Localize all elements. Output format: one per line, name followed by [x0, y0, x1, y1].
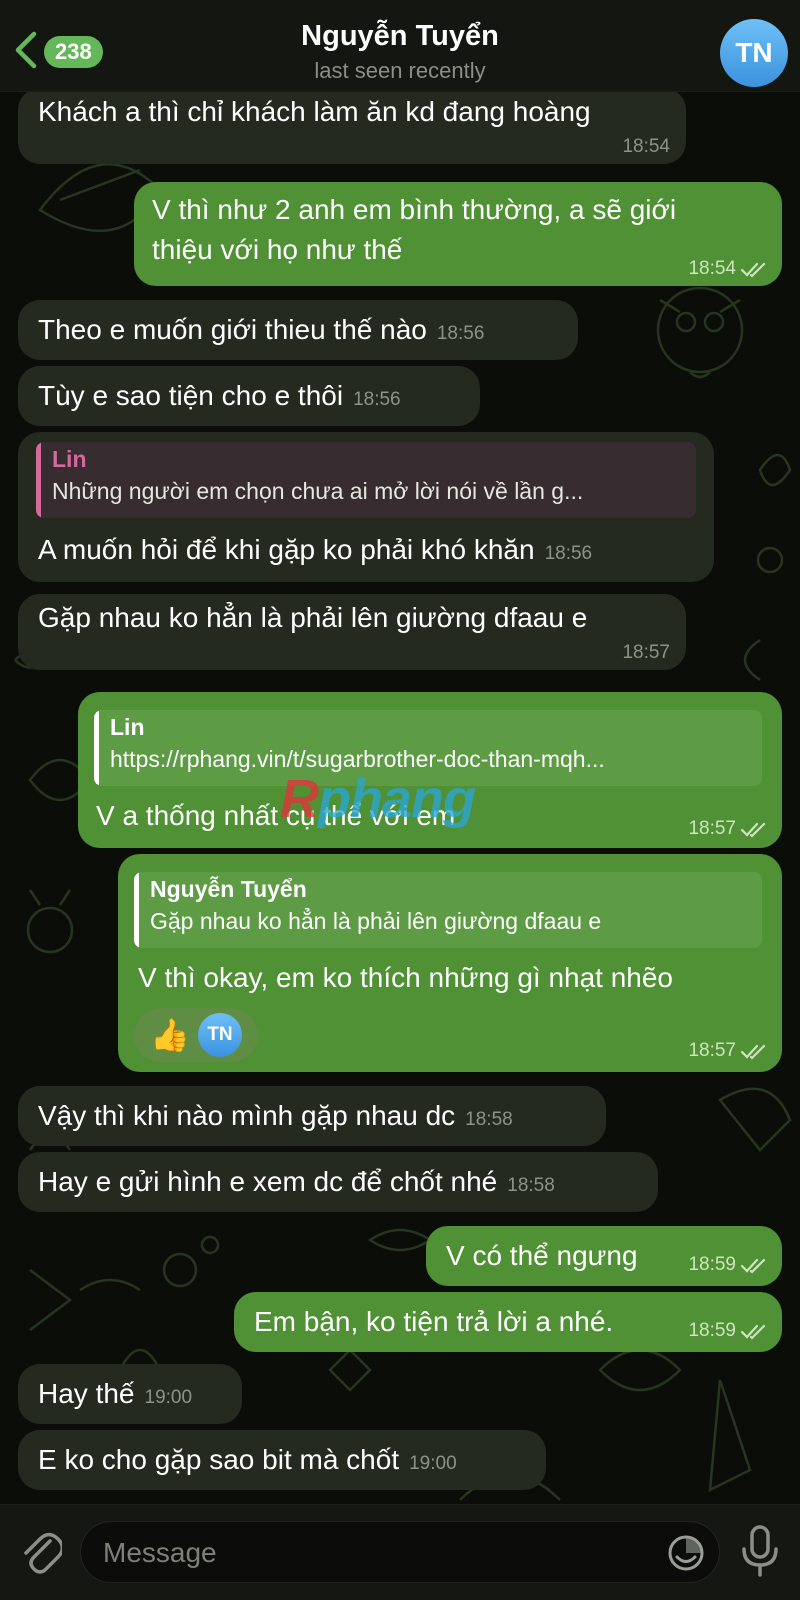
message-text: Gặp nhau ko hẳn là phải lên giường dfaau… — [38, 602, 588, 633]
message-outgoing[interactable]: V thì như 2 anh em bình thường, a sẽ giớ… — [134, 182, 782, 286]
message-text: E ko cho gặp sao bit mà chốt 19:00 — [38, 1440, 457, 1484]
message-outgoing[interactable]: V có thể ngưng 18:59 — [426, 1226, 782, 1286]
message-text: A muốn hỏi để khi gặp ko phải khó khăn 18… — [38, 530, 592, 574]
message-incoming[interactable]: E ko cho gặp sao bit mà chốt 19:00 — [18, 1430, 546, 1490]
reaction-avatar: TN — [198, 1013, 242, 1057]
message-text: V thì okay, em ko thích những gì nhạt nh… — [138, 962, 674, 993]
double-check-icon — [740, 1324, 766, 1340]
contact-avatar[interactable]: TN — [720, 19, 788, 87]
watermark-part-2: phang — [318, 769, 476, 829]
reply-quote[interactable]: Lin Những người em chọn chưa ai mở lời n… — [36, 442, 696, 518]
message-text: thiệu với họ như thế — [152, 234, 403, 265]
message-time: 18:54 — [688, 258, 736, 279]
watermark-logo: Rphang — [280, 768, 476, 830]
double-check-icon — [740, 1258, 766, 1274]
double-check-icon — [740, 262, 766, 278]
message-time: 19:00 — [144, 1387, 193, 1408]
message-time: 18:56 — [353, 389, 401, 410]
chat-title[interactable]: Nguyễn Tuyển — [0, 20, 800, 53]
paperclip-icon[interactable] — [20, 1527, 62, 1575]
message-time: 18:56 — [436, 323, 485, 344]
message-incoming[interactable]: Vậy thì khi nào mình gặp nhau dc 18:58 — [18, 1086, 606, 1146]
quote-author: Lin — [110, 714, 145, 740]
message-text: V có thể ngưng — [446, 1240, 638, 1271]
message-body: Vậy thì khi nào mình gặp nhau dc — [38, 1100, 456, 1131]
message-text: Vậy thì khi nào mình gặp nhau dc 18:58 — [38, 1096, 513, 1140]
message-incoming[interactable]: Theo e muốn giới thieu thế nào 18:56 — [18, 300, 578, 360]
message-incoming[interactable]: Gặp nhau ko hẳn là phải lên giường dfaau… — [18, 594, 686, 670]
message-time: 18:57 — [622, 642, 670, 663]
message-body: Theo e muốn giới thieu thế nào — [38, 314, 427, 345]
message-time: 19:00 — [409, 1453, 457, 1474]
quote-accent-bar — [94, 710, 99, 786]
double-check-icon — [740, 1044, 766, 1060]
message-body: Hay thế — [38, 1378, 135, 1409]
reply-quote[interactable]: Nguyễn Tuyển Gặp nhau ko hẳn là phải lên… — [134, 872, 762, 948]
message-text: Khách a thì chỉ khách làm ăn kd đang hoà… — [38, 96, 591, 127]
message-text: Hay e gửi hình e xem dc để chốt nhé 18:58 — [38, 1162, 555, 1206]
quote-text: Gặp nhau ko hẳn là phải lên giường dfaau… — [150, 908, 602, 934]
quote-author: Lin — [52, 446, 87, 472]
message-time: 18:59 — [688, 1254, 736, 1275]
chat-status: last seen recently — [314, 58, 486, 83]
message-text: Em bận, ko tiện trả lời a nhé. — [254, 1306, 614, 1337]
watermark-part-1: R — [280, 769, 319, 829]
message-placeholder: Message — [103, 1537, 217, 1568]
message-outgoing-reply[interactable]: Nguyễn Tuyển Gặp nhau ko hẳn là phải lên… — [118, 854, 782, 1072]
message-time: 18:58 — [465, 1109, 513, 1130]
reaction-chip[interactable]: 👍 TN — [134, 1008, 258, 1062]
double-check-icon — [740, 822, 766, 838]
quote-text: Những người em chọn chưa ai mở lời nói v… — [52, 478, 584, 504]
message-outgoing[interactable]: Em bận, ko tiện trả lời a nhé. 18:59 — [234, 1292, 782, 1352]
microphone-icon[interactable] — [740, 1525, 780, 1577]
message-time: 18:57 — [688, 1040, 736, 1061]
message-incoming[interactable]: Khách a thì chỉ khách làm ăn kd đang hoà… — [18, 88, 686, 164]
message-incoming[interactable]: Hay e gửi hình e xem dc để chốt nhé 18:58 — [18, 1152, 658, 1212]
message-body: Hay e gửi hình e xem dc để chốt nhé — [38, 1166, 498, 1197]
message-time: 18:58 — [507, 1175, 555, 1196]
message-time: 18:56 — [544, 543, 593, 564]
composer-bar: Message — [0, 1504, 800, 1600]
message-text: V thì như 2 anh em bình thường, a sẽ giớ… — [152, 194, 677, 225]
message-body: Tùy e sao tiện cho e thôi — [38, 380, 344, 411]
message-time: 18:57 — [688, 818, 736, 839]
quote-accent-bar — [134, 872, 139, 948]
chat-header: 238 Nguyễn Tuyển last seen recently TN — [0, 0, 800, 92]
quote-author: Nguyễn Tuyển — [150, 876, 307, 902]
thumbs-up-icon: 👍 — [150, 1017, 190, 1053]
message-time: 18:54 — [622, 136, 670, 157]
quote-accent-bar — [36, 442, 41, 518]
sticker-icon[interactable] — [667, 1534, 705, 1572]
message-body: A muốn hỏi để khi gặp ko phải khó khăn — [38, 534, 535, 565]
message-input[interactable]: Message — [80, 1521, 720, 1583]
message-text: Hay thế 19:00 — [38, 1374, 192, 1418]
message-incoming-reply[interactable]: Lin Những người em chọn chưa ai mở lời n… — [18, 432, 714, 582]
message-incoming[interactable]: Hay thế 19:00 — [18, 1364, 242, 1424]
message-text: Theo e muốn giới thieu thế nào 18:56 — [38, 310, 484, 354]
message-body: E ko cho gặp sao bit mà chốt — [38, 1444, 400, 1475]
message-incoming[interactable]: Tùy e sao tiện cho e thôi 18:56 — [18, 366, 480, 426]
message-time: 18:59 — [688, 1320, 736, 1341]
message-text: Tùy e sao tiện cho e thôi 18:56 — [38, 376, 401, 420]
